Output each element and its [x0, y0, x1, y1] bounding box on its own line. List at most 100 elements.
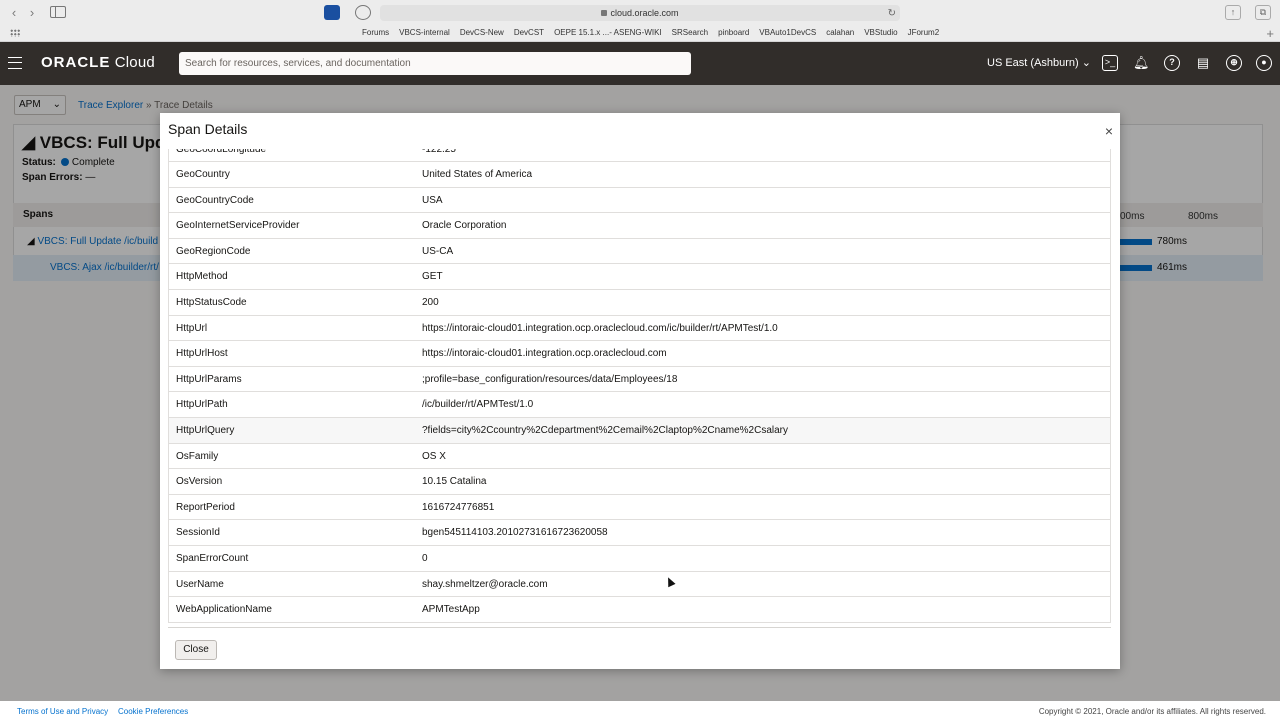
- attribute-value: US-CA: [422, 245, 454, 257]
- bookmark-item[interactable]: DevCS-New: [460, 28, 504, 37]
- attribute-row: HttpStatusCode 200: [168, 290, 1111, 316]
- span-attributes-table[interactable]: GeoCoordLongitude -122.25 GeoCountry United…: [168, 149, 1111, 628]
- search-input[interactable]: Search for resources, services, and docu…: [179, 52, 691, 75]
- attribute-row: GeoCountry United States of America: [168, 162, 1111, 188]
- attribute-row: GeoCoordLongitude -122.25: [168, 149, 1111, 163]
- shield-extension-icon[interactable]: [324, 5, 340, 20]
- attribute-key: SpanErrorCount: [176, 553, 249, 564]
- attribute-row: HttpUrlQuery ?fields=city%2Ccountry%2Cdep…: [168, 418, 1111, 444]
- url-text: cloud.oracle.com: [610, 8, 679, 18]
- attribute-row: UserName shay.shmeltzer@oracle.com: [168, 571, 1111, 598]
- attribute-key: HttpStatusCode: [176, 297, 247, 309]
- attribute-key: GeoRegionCode: [176, 245, 251, 257]
- back-icon[interactable]: ‹: [6, 5, 22, 20]
- attribute-row: HttpMethod GET: [168, 264, 1111, 291]
- attribute-row: SessionId bgen545114103.20102731616723620…: [168, 520, 1111, 546]
- tabs-overview-icon[interactable]: ⧉: [1255, 5, 1271, 20]
- reload-icon[interactable]: ↻: [888, 6, 896, 22]
- bookmark-item[interactable]: Forums: [362, 28, 389, 37]
- attribute-row: SpanErrorCount 0: [168, 546, 1111, 572]
- span-details-dialog: Span Details × GeoCoordLongitude -122.25 G…: [160, 113, 1120, 669]
- address-bar[interactable]: cloud.oracle.com ↻: [380, 5, 900, 21]
- attribute-row: OsVersion 10.15 Catalina: [168, 469, 1111, 495]
- oracle-cloud-header: ORACLE Cloud Search for resources, servi…: [0, 42, 1280, 85]
- attribute-value: Oracle Corporation: [422, 220, 507, 232]
- attribute-key: HttpMethod: [176, 271, 228, 283]
- attribute-row: GeoCountryCode USA: [168, 187, 1111, 214]
- close-icon[interactable]: ×: [1105, 123, 1113, 139]
- attribute-value: /ic/builder/rt/APMTest/1.0: [422, 399, 534, 411]
- bookmark-item[interactable]: OEPE 15.1.x ...- ASENG-WIKI: [554, 28, 662, 37]
- apps-grid-icon[interactable]: [10, 29, 20, 37]
- language-globe-icon[interactable]: ⊕: [1226, 55, 1242, 71]
- attribute-key: HttpUrlHost: [176, 348, 228, 360]
- new-tab-icon[interactable]: +: [1266, 26, 1274, 41]
- attribute-row: HttpUrlParams ;profile=base_configuration…: [168, 366, 1111, 393]
- bookmark-item[interactable]: SRSearch: [672, 28, 708, 37]
- copyright-text: Copyright © 2021, Oracle and/or its affi…: [1038, 707, 1266, 716]
- attribute-key: GeoCountryCode: [176, 194, 254, 206]
- notifications-bell-icon[interactable]: 🔔︎: [1133, 55, 1150, 71]
- profile-avatar-icon[interactable]: ●: [1256, 55, 1272, 71]
- attribute-value: OS X: [422, 450, 446, 462]
- bookmark-item[interactable]: VBStudio: [864, 28, 897, 37]
- bookmark-item[interactable]: JForum2: [908, 28, 940, 37]
- bookmarks-bar: Forums VBCS-internal DevCS-New DevCST OEPE 1…: [0, 25, 1280, 42]
- cloud-shell-icon[interactable]: >_: [1102, 55, 1118, 71]
- attribute-row: HttpUrl https://intoraic-cloud01.integrat…: [168, 315, 1111, 342]
- attribute-value: https://intoraic-cloud01.integration.ocp…: [422, 322, 778, 334]
- bookmark-item[interactable]: calahan: [826, 28, 854, 37]
- chat-icon[interactable]: ▤: [1195, 55, 1211, 71]
- forward-icon[interactable]: ›: [24, 5, 40, 20]
- attribute-value: ;profile=base_configuration/resources/da…: [422, 373, 678, 385]
- attribute-value: APMTestApp: [422, 604, 480, 616]
- attribute-row: WebApplicationName APMTestApp: [168, 597, 1111, 623]
- browser-toolbar: ‹ › cloud.oracle.com ↻ ↑ ⧉: [0, 0, 1280, 25]
- menu-icon[interactable]: [8, 57, 22, 69]
- attribute-key: GeoCoordLongitude: [176, 149, 267, 155]
- bookmark-item[interactable]: VBCS-internal: [399, 28, 450, 37]
- attribute-value: 10.15 Catalina: [422, 476, 487, 488]
- attribute-key: HttpUrlQuery: [176, 425, 235, 437]
- attribute-value: USA: [422, 194, 443, 206]
- help-icon[interactable]: ?: [1164, 55, 1180, 71]
- attribute-key: HttpUrlPath: [176, 399, 228, 411]
- attribute-value: 0: [422, 553, 428, 564]
- dialog-title: Span Details: [168, 121, 248, 137]
- attribute-value: GET: [422, 271, 443, 283]
- attribute-value: -122.25: [422, 149, 456, 155]
- attribute-key: UserName: [176, 578, 224, 590]
- cookie-preferences-link[interactable]: Cookie Preferences: [118, 707, 188, 716]
- attribute-key: GeoCountry: [176, 169, 230, 181]
- attribute-key: HttpUrlParams: [176, 373, 242, 385]
- attribute-key: HttpUrl: [176, 322, 208, 334]
- sidebar-toggle-icon[interactable]: [50, 6, 66, 18]
- attribute-row: OsFamily OS X: [168, 443, 1111, 470]
- attribute-row: GeoRegionCode US-CA: [168, 238, 1111, 265]
- attribute-key: OsVersion: [176, 476, 223, 488]
- attribute-value: 200: [422, 297, 439, 309]
- bookmark-item[interactable]: pinboard: [718, 28, 749, 37]
- attribute-row: ReportPeriod 1616724776851: [168, 494, 1111, 521]
- attribute-value: shay.shmeltzer@oracle.com: [422, 578, 548, 590]
- attribute-key: SessionId: [176, 527, 220, 539]
- share-icon[interactable]: ↑: [1225, 5, 1241, 20]
- attribute-value: 1616724776851: [422, 501, 495, 513]
- page-footer: Terms of Use and Privacy Cookie Preferen…: [0, 701, 1280, 720]
- attribute-value: bgen545114103.20102731616723620058: [422, 527, 608, 539]
- bookmark-item[interactable]: DevCST: [514, 28, 544, 37]
- terms-link[interactable]: Terms of Use and Privacy: [17, 707, 108, 716]
- attribute-value: United States of America: [422, 169, 533, 181]
- bookmark-item[interactable]: VBAuto1DevCS: [759, 28, 816, 37]
- privacy-extension-icon[interactable]: [355, 5, 371, 20]
- attribute-row: HttpUrlPath/ic/builder/rt/APMTest/1.0: [168, 392, 1111, 419]
- attribute-row: HttpUrlHost https://intoraic-cloud01.inte…: [168, 341, 1111, 367]
- oracle-cloud-logo[interactable]: ORACLE Cloud: [41, 54, 155, 71]
- attribute-value: https://intoraic-cloud01.integration.ocp…: [422, 348, 667, 360]
- bookmark-list: Forums VBCS-internal DevCS-New DevCST OEPE 1…: [362, 28, 949, 37]
- close-button[interactable]: Close: [175, 640, 217, 660]
- attribute-key: ReportPeriod: [176, 501, 235, 513]
- region-selector[interactable]: US East (Ashburn) ⌄: [987, 56, 1091, 69]
- attribute-value: ?fields=city%2Ccountry%2Cdepartment%2Cem…: [422, 425, 789, 437]
- attribute-row: GeoInternetServiceProvider Oracle Corpora…: [168, 213, 1111, 239]
